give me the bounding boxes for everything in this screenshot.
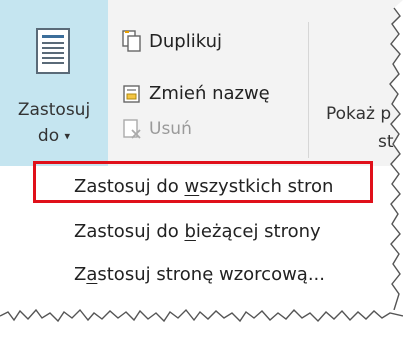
delete-button[interactable]: Usuń	[122, 114, 192, 144]
apply-to-button[interactable]: Zastosuj do ▾	[0, 0, 108, 166]
rename-icon	[123, 85, 140, 103]
menu-item-apply-current-post: ieżącej strony	[195, 221, 321, 242]
annotation-highlight-box	[33, 161, 373, 203]
menu-item-apply-master-pre: Z	[74, 264, 87, 285]
rename-button[interactable]: Zmień nazwę	[122, 78, 270, 108]
chevron-down-icon: ▾	[64, 129, 71, 143]
duplicate-icon	[122, 30, 141, 52]
menu-item-apply-current-page[interactable]: Zastosuj do bieżącej strony	[74, 221, 321, 242]
rename-label: Zmień nazwę	[149, 82, 270, 104]
menu-item-apply-current-pre: Zastosuj do	[74, 221, 185, 242]
duplicate-button[interactable]: Duplikuj	[122, 26, 222, 56]
torn-edge-bottom	[0, 308, 403, 340]
apply-to-label-line1: Zastosuj	[17, 100, 91, 120]
delete-label: Usuń	[149, 119, 192, 139]
menu-item-apply-current-accel: b	[184, 221, 196, 242]
document-lines-icon	[36, 28, 70, 74]
apply-to-label-do: do	[37, 126, 60, 146]
torn-edge-right	[389, 0, 403, 310]
ribbon-divider	[308, 22, 309, 158]
apply-to-label-line2: do ▾	[0, 126, 108, 146]
delete-icon	[123, 119, 141, 139]
duplicate-label: Duplikuj	[149, 30, 222, 52]
menu-item-apply-master-post: stosuj stronę wzorcową...	[97, 264, 326, 285]
menu-item-apply-master-accel: a	[86, 264, 98, 285]
menu-item-apply-master-page[interactable]: Zastosuj stronę wzorcową...	[74, 264, 325, 285]
